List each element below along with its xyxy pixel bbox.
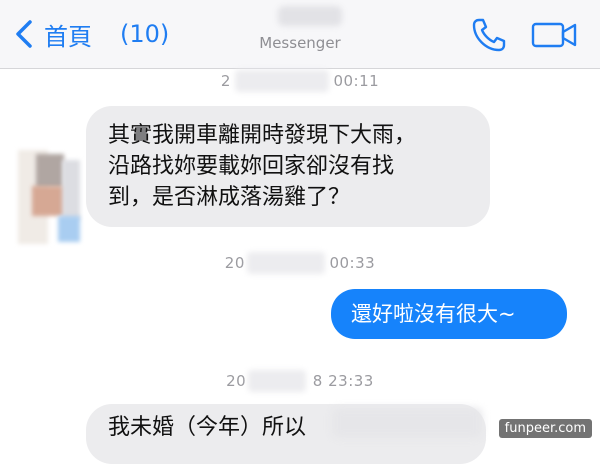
timestamp-redacted: [248, 370, 307, 392]
timestamp-time: 8 23:33: [312, 372, 374, 390]
message-text: 還好啦沒有很大~: [351, 302, 516, 326]
video-camera-icon[interactable]: [530, 20, 578, 50]
message-timestamp: 20 00:33: [0, 252, 600, 274]
timestamp-time: 00:11: [333, 72, 380, 90]
timestamp-redacted: [246, 252, 325, 274]
timestamp-prefix: 2: [220, 72, 231, 90]
phone-icon[interactable]: [470, 16, 508, 54]
message-text: 我未婚（今年）所以: [108, 415, 307, 440]
watermark: funpeer.com: [498, 419, 592, 438]
message-timestamp: 2 00:11: [0, 70, 600, 92]
timestamp-prefix: 20: [224, 254, 245, 272]
avatar[interactable]: [18, 150, 80, 244]
timestamp-time: 00:33: [329, 254, 376, 272]
contact-name-redacted: [278, 6, 342, 26]
message-timestamp: 20 8 23:33: [0, 370, 600, 392]
outgoing-message-bubble[interactable]: 還好啦沒有很大~: [331, 289, 567, 339]
header-subtitle: Messenger: [259, 34, 341, 52]
timestamp-redacted: [234, 70, 329, 92]
nav-bar: 首頁 (10) Messenger: [0, 0, 600, 69]
message-line: 到，是否淋成落湯雞了？: [108, 185, 351, 210]
message-line: 其實我開車離開時發現下大雨，: [108, 123, 417, 148]
message-line: 沿路找妳要載妳回家卻沒有找: [108, 154, 395, 179]
timestamp-prefix: 20: [226, 372, 247, 390]
incoming-message-bubble[interactable]: 其實我開車離開時發現下大雨， 沿路找妳要載妳回家卻沒有找 到，是否淋成落湯雞了？: [86, 106, 490, 227]
message-redacted: [332, 408, 482, 438]
